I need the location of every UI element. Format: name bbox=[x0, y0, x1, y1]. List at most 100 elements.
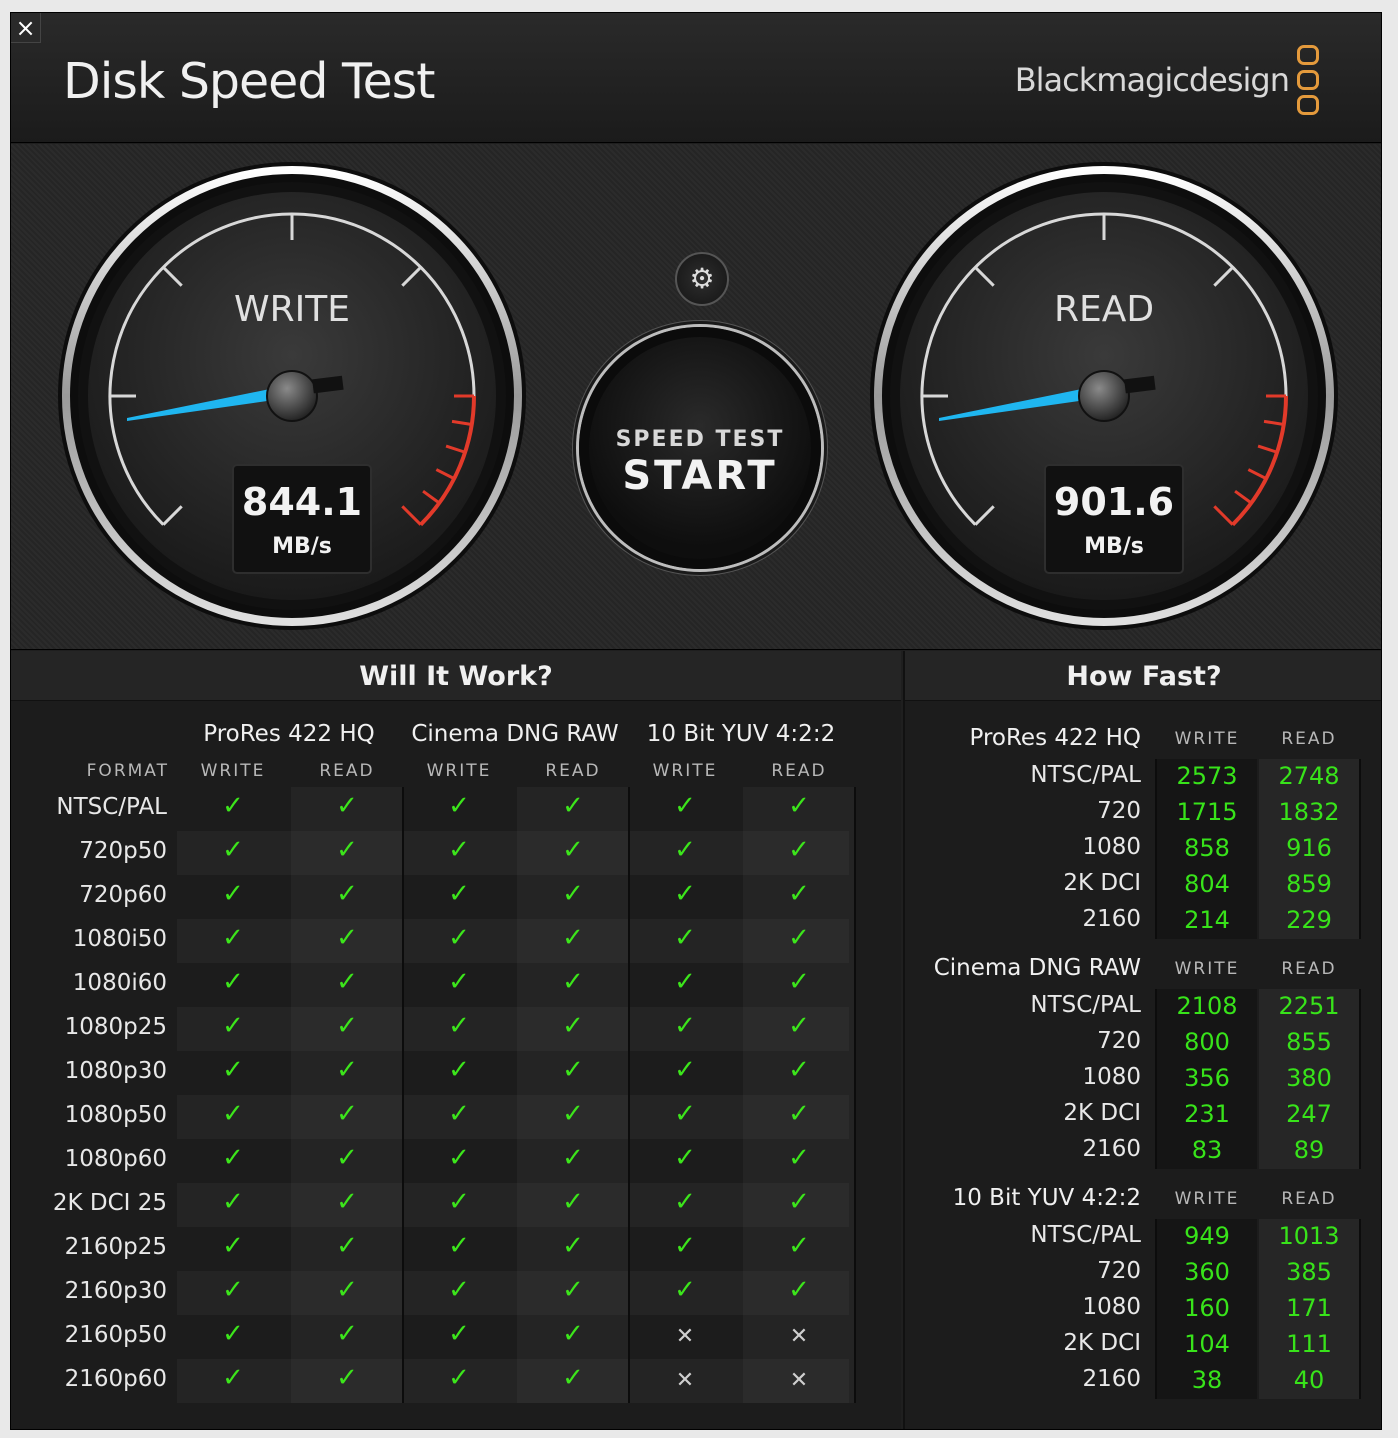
format-row-label: 1080p60 bbox=[64, 1146, 167, 1172]
write-speed-value: 2108 bbox=[1176, 992, 1238, 1020]
write-speed-value: 360 bbox=[1184, 1258, 1230, 1286]
how-fast-format-label: 720 bbox=[1097, 1258, 1141, 1284]
check-icon: ✓ bbox=[788, 1187, 810, 1217]
how-fast-format-label: 2160 bbox=[1082, 1366, 1141, 1392]
gauge-hub bbox=[1078, 370, 1130, 422]
check-icon: ✓ bbox=[788, 1231, 810, 1261]
check-icon: ✓ bbox=[222, 835, 244, 865]
check-icon: ✓ bbox=[562, 1055, 584, 1085]
read-column-header: READ bbox=[771, 761, 827, 781]
check-icon: ✓ bbox=[336, 1275, 358, 1305]
will-it-work-title: Will It Work? bbox=[11, 651, 901, 701]
format-row-label: 1080i60 bbox=[72, 970, 167, 996]
format-row-label: 2160p30 bbox=[64, 1278, 167, 1304]
check-icon: ✓ bbox=[336, 1231, 358, 1261]
format-row-label: 2160p60 bbox=[64, 1366, 167, 1392]
how-fast-write-header: WRITE bbox=[1174, 959, 1240, 979]
gear-icon: ⚙ bbox=[689, 262, 715, 295]
check-icon: ✓ bbox=[336, 1143, 358, 1173]
check-icon: ✓ bbox=[562, 1319, 584, 1349]
how-fast-format-label: 1080 bbox=[1082, 1294, 1141, 1320]
check-icon: ✓ bbox=[448, 1275, 470, 1305]
check-icon: ✓ bbox=[222, 1363, 244, 1393]
how-fast-codec-title: ProRes 422 HQ bbox=[969, 725, 1142, 751]
check-icon: ✓ bbox=[448, 1099, 470, 1129]
check-icon: ✓ bbox=[222, 1319, 244, 1349]
check-icon: ✓ bbox=[674, 1231, 696, 1261]
write-column-header: WRITE bbox=[652, 761, 718, 781]
gauge-hub bbox=[266, 370, 318, 422]
how-fast-format-label: 2K DCI bbox=[1063, 1330, 1141, 1356]
how-fast-format-label: 720 bbox=[1097, 798, 1141, 824]
check-icon: ✓ bbox=[222, 1055, 244, 1085]
column-divider bbox=[1359, 1219, 1361, 1399]
check-icon: ✓ bbox=[336, 879, 358, 909]
check-icon: ✓ bbox=[562, 1275, 584, 1305]
check-icon: ✓ bbox=[448, 923, 470, 953]
write-speed-value: 231 bbox=[1184, 1100, 1230, 1128]
close-button[interactable]: × bbox=[11, 13, 41, 43]
check-icon: ✓ bbox=[448, 1319, 470, 1349]
check-icon: ✓ bbox=[222, 923, 244, 953]
check-icon: ✓ bbox=[336, 1363, 358, 1393]
read-speed-value: 171 bbox=[1286, 1294, 1332, 1322]
check-icon: ✓ bbox=[562, 1187, 584, 1217]
check-icon: ✓ bbox=[788, 1275, 810, 1305]
codec-header: ProRes 422 HQ bbox=[203, 721, 375, 747]
column-divider bbox=[1359, 989, 1361, 1169]
format-row-label: 1080p25 bbox=[64, 1014, 167, 1040]
gauge-value: 901.6 bbox=[1054, 480, 1174, 524]
how-fast-format-label: 2K DCI bbox=[1063, 870, 1141, 896]
how-fast-format-label: NTSC/PAL bbox=[1030, 992, 1141, 1018]
how-fast-read-header: READ bbox=[1281, 959, 1337, 979]
column-divider bbox=[1359, 759, 1361, 939]
start-button[interactable]: SPEED TEST START bbox=[579, 327, 821, 569]
gauge-label: WRITE bbox=[234, 289, 350, 330]
how-fast-format-label: 2K DCI bbox=[1063, 1100, 1141, 1126]
check-icon: ✓ bbox=[562, 1099, 584, 1129]
check-icon: ✓ bbox=[562, 835, 584, 865]
check-icon: ✓ bbox=[674, 791, 696, 821]
read-speed-value: 916 bbox=[1286, 834, 1332, 862]
check-icon: ✓ bbox=[788, 1055, 810, 1085]
how-fast-format-label: NTSC/PAL bbox=[1030, 762, 1141, 788]
check-icon: ✓ bbox=[674, 1011, 696, 1041]
check-icon: ✓ bbox=[336, 791, 358, 821]
gauge-area: WRITE 844.1 MB/s READ 901.6 MB/s ⚙ SPEED TES… bbox=[11, 144, 1381, 650]
gauge-unit: MB/s bbox=[1084, 534, 1144, 559]
check-icon: ✓ bbox=[788, 1143, 810, 1173]
check-icon: ✓ bbox=[788, 1099, 810, 1129]
check-icon: ✓ bbox=[448, 879, 470, 909]
format-row-label: 1080p50 bbox=[64, 1102, 167, 1128]
check-icon: ✓ bbox=[562, 1363, 584, 1393]
format-row-label: 2160p25 bbox=[64, 1234, 167, 1260]
start-button-label: START bbox=[622, 453, 778, 499]
check-icon: ✓ bbox=[222, 791, 244, 821]
check-icon: ✓ bbox=[336, 835, 358, 865]
check-icon: ✓ bbox=[336, 1319, 358, 1349]
cross-icon: ✕ bbox=[675, 1368, 695, 1393]
how-fast-read-header: READ bbox=[1281, 729, 1337, 749]
write-speed-value: 38 bbox=[1191, 1366, 1223, 1394]
format-row-label: 2160p50 bbox=[64, 1322, 167, 1348]
settings-button[interactable]: ⚙ bbox=[675, 252, 729, 306]
check-icon: ✓ bbox=[788, 835, 810, 865]
gauge-label: READ bbox=[1054, 289, 1154, 330]
how-fast-format-label: 1080 bbox=[1082, 834, 1141, 860]
codec-header: 10 Bit YUV 4:2:2 bbox=[646, 721, 836, 747]
write-speed-value: 804 bbox=[1184, 870, 1230, 898]
write-speed-value: 160 bbox=[1184, 1294, 1230, 1322]
read-speed-value: 40 bbox=[1293, 1366, 1325, 1394]
check-icon: ✓ bbox=[674, 835, 696, 865]
format-row-label: NTSC/PAL bbox=[56, 794, 167, 820]
check-icon: ✓ bbox=[674, 879, 696, 909]
check-icon: ✓ bbox=[674, 967, 696, 997]
check-icon: ✓ bbox=[448, 791, 470, 821]
how-fast-format-label: 720 bbox=[1097, 1028, 1141, 1054]
will-it-work-panel: Will It Work? ProRes 422 HQ Cinema DNG RA… bbox=[11, 651, 901, 1429]
read-speed-value: 2251 bbox=[1278, 992, 1340, 1020]
check-icon: ✓ bbox=[674, 923, 696, 953]
check-icon: ✓ bbox=[562, 923, 584, 953]
check-icon: ✓ bbox=[674, 1099, 696, 1129]
check-icon: ✓ bbox=[222, 879, 244, 909]
